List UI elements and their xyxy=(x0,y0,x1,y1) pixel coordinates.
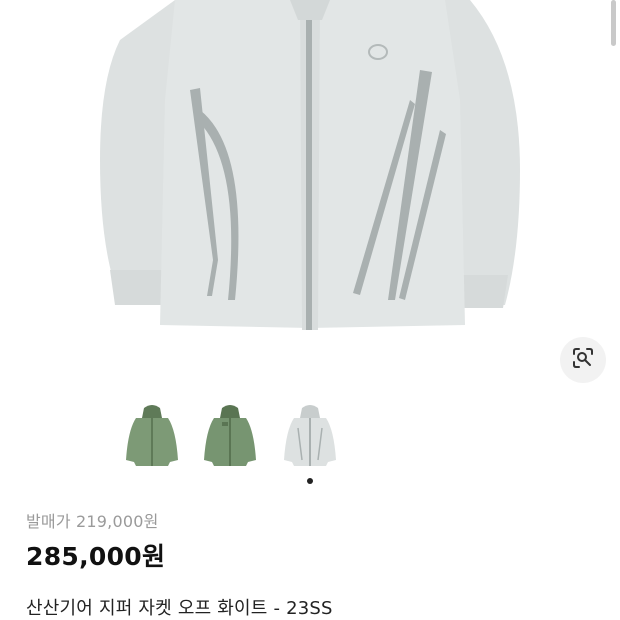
white-jacket-icon xyxy=(284,405,336,466)
sale-price: 285,000원 xyxy=(26,542,166,571)
lens-search-icon xyxy=(571,346,595,374)
product-main-image[interactable] xyxy=(0,0,620,390)
jacket-illustration xyxy=(100,0,520,330)
green-jacket-icon xyxy=(126,405,178,466)
original-price: 발매가 219,000원 xyxy=(26,512,159,531)
scrollbar[interactable] xyxy=(611,0,616,46)
selected-indicator-dot xyxy=(307,478,313,484)
thumbnail-green-1[interactable] xyxy=(122,400,182,470)
green-jacket-icon xyxy=(204,405,256,466)
color-thumbnails xyxy=(0,400,620,490)
thumbnail-green-2[interactable] xyxy=(200,400,260,470)
image-search-button[interactable] xyxy=(560,337,606,383)
product-title: 산산기어 지퍼 자켓 오프 화이트 - 23SS xyxy=(26,598,333,619)
thumbnail-white[interactable] xyxy=(280,400,340,470)
